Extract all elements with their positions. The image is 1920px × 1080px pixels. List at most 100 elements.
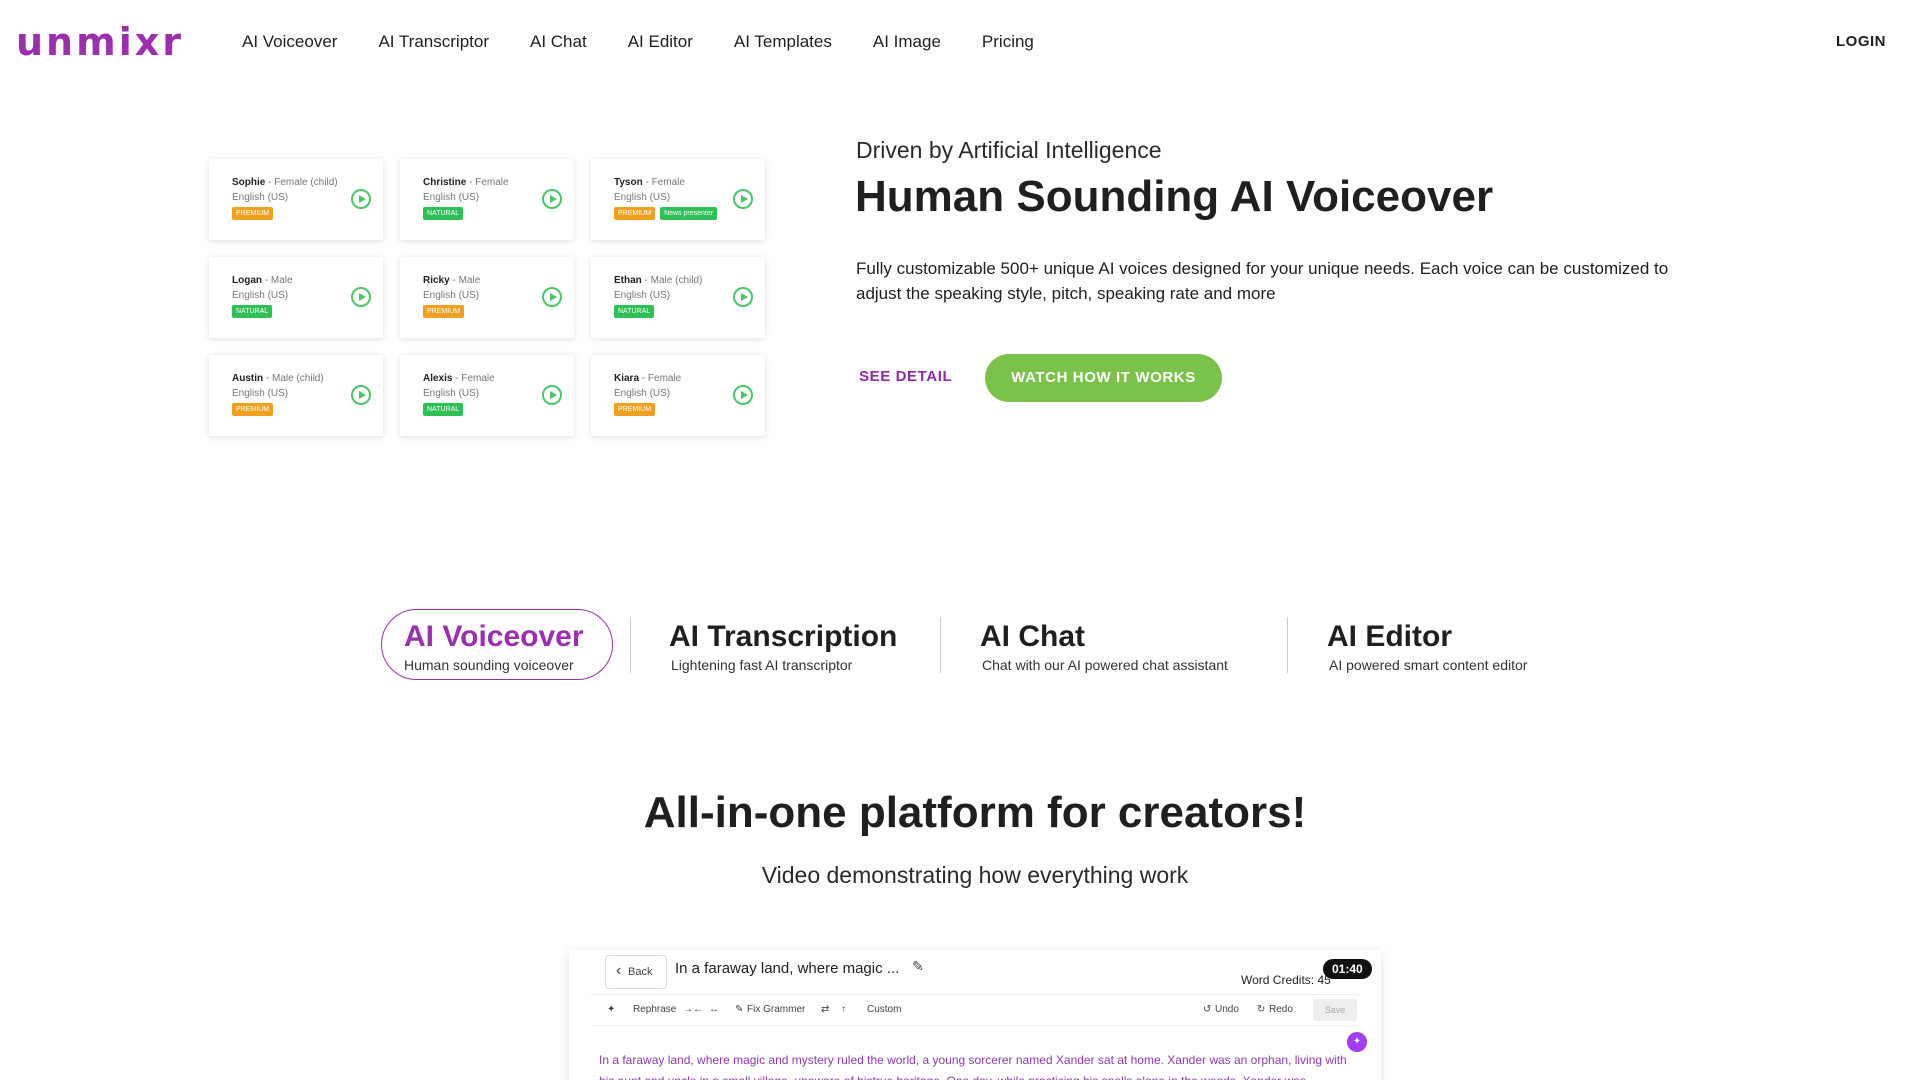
voice-tag: NATURAL (232, 305, 273, 318)
voice-gender: - Male (child) (263, 373, 324, 384)
voice-tag: PREMIUM (232, 403, 274, 416)
nav-pricing[interactable]: Pricing (982, 30, 1034, 54)
voice-card-grid: Sophie - Female (child) English (US) PRE… (209, 159, 769, 436)
word-credits: Word Credits: 45 (1241, 973, 1331, 987)
expand-icon[interactable]: ↔ (709, 1004, 719, 1015)
nav-ai-transcriptor[interactable]: AI Transcriptor (378, 30, 489, 54)
tab-divider (940, 617, 941, 673)
tab-ai-transcription[interactable]: AI Transcription Lightening fast AI tran… (669, 609, 897, 680)
voice-gender: - Male (child) (641, 275, 703, 286)
editor-toolbar: ✦ Rephrase →← ↔ ✎ Fix Grammer ⇄ ↑ Custom… (591, 994, 1359, 1026)
play-icon[interactable] (542, 189, 562, 209)
video-timer: 01:40 (1323, 959, 1372, 979)
voice-gender: - Female (639, 373, 682, 384)
editor-preview: Back In a faraway land, where magic ... … (569, 950, 1381, 1080)
voice-tag: NATURAL (614, 305, 655, 318)
play-icon[interactable] (733, 287, 753, 307)
editor-content[interactable]: In a faraway land, where magic and myste… (599, 1050, 1349, 1080)
nav-ai-chat[interactable]: AI Chat (530, 30, 587, 54)
tab-description: AI powered smart content editor (1329, 657, 1528, 673)
arrow-up-icon[interactable]: ↑ (841, 1004, 846, 1015)
voice-gender: - Female (642, 177, 685, 188)
pen-icon[interactable]: ✎ (735, 1004, 743, 1015)
tab-ai-voiceover[interactable]: AI Voiceover Human sounding voiceover (381, 609, 613, 680)
voice-tag: PREMIUM (614, 403, 656, 416)
tab-ai-editor[interactable]: AI Editor AI powered smart content edito… (1327, 609, 1527, 680)
voice-name: Logan (232, 275, 262, 286)
tab-ai-chat[interactable]: AI Chat Chat with our AI powered chat as… (980, 609, 1228, 680)
nav-ai-voiceover[interactable]: AI Voiceover (242, 30, 337, 54)
back-button[interactable]: Back (605, 955, 667, 989)
voice-gender: - Male (262, 275, 293, 286)
voice-name: Ricky (423, 275, 450, 286)
tab-title: AI Voiceover (404, 620, 584, 653)
play-icon[interactable] (542, 385, 562, 405)
voice-tag: NATURAL (423, 207, 464, 220)
voice-card[interactable]: Ethan - Male (child) English (US) NATURA… (591, 257, 765, 338)
custom-button[interactable]: Custom (867, 1004, 901, 1015)
document-title[interactable]: In a faraway land, where magic ... (675, 960, 899, 977)
tab-description: Lightening fast AI transcriptor (671, 657, 853, 673)
voice-tag: PREMIUM (232, 207, 274, 220)
voice-gender: - Female (452, 373, 495, 384)
voice-name: Austin (232, 373, 264, 384)
voice-name: Alexis (423, 373, 453, 384)
magic-assistant-icon[interactable]: ✦ (1347, 1032, 1367, 1052)
tab-title: AI Chat (980, 620, 1085, 653)
voice-gender: - Female (466, 177, 509, 188)
voice-card[interactable]: Christine - Female English (US) NATURAL (400, 159, 574, 240)
voice-name: Tyson (614, 177, 643, 188)
voice-gender: - Male (449, 275, 481, 286)
tab-title: AI Editor (1327, 620, 1452, 653)
voice-card[interactable]: Tyson - Female English (US) PREMIUM News … (591, 159, 765, 240)
voice-card[interactable]: Austin - Male (child) English (US) PREMI… (209, 355, 383, 436)
voice-tag: NATURAL (423, 403, 464, 416)
undo-icon[interactable]: ↺ (1203, 1004, 1211, 1015)
redo-button[interactable]: Redo (1269, 1004, 1293, 1015)
main-nav: AI Voiceover AI Transcriptor AI Chat AI … (242, 30, 1075, 54)
voice-card[interactable]: Alexis - Female English (US) NATURAL (400, 355, 574, 436)
watch-how-it-works-button[interactable]: WATCH HOW IT WORKS (985, 354, 1222, 402)
nav-ai-templates[interactable]: AI Templates (734, 30, 832, 54)
play-icon[interactable] (351, 189, 371, 209)
pencil-icon[interactable]: ✎ (912, 958, 924, 975)
redo-icon[interactable]: ↻ (1257, 1004, 1265, 1015)
brand-logo[interactable]: unmixr (16, 22, 184, 62)
voice-gender: - Female (child) (265, 177, 338, 188)
play-icon[interactable] (351, 287, 371, 307)
save-button[interactable]: Save (1313, 999, 1357, 1021)
site-header: unmixr AI Voiceover AI Transcriptor AI C… (0, 0, 1920, 86)
see-detail-link[interactable]: SEE DETAIL (859, 368, 952, 385)
voice-card[interactable]: Kiara - Female English (US) PREMIUM (591, 355, 765, 436)
hero-description: Fully customizable 500+ unique AI voices… (856, 259, 1669, 303)
voice-tag: PREMIUM (423, 305, 465, 318)
voice-card[interactable]: Sophie - Female (child) English (US) PRE… (209, 159, 383, 240)
fix-grammar-button[interactable]: Fix Grammer (747, 1004, 805, 1015)
tab-divider (1287, 617, 1288, 673)
voice-tag: News presenter (660, 207, 718, 220)
voice-tag: PREMIUM (614, 207, 656, 220)
tab-description: Human sounding voiceover (404, 657, 574, 673)
play-icon[interactable] (733, 385, 753, 405)
login-link[interactable]: LOGIN (1836, 33, 1886, 50)
rephrase-button[interactable]: Rephrase (633, 1004, 676, 1015)
platform-title: All-in-one platform for creators! (643, 788, 1307, 837)
play-icon[interactable] (542, 287, 562, 307)
voice-card[interactable]: Logan - Male English (US) NATURAL (209, 257, 383, 338)
sparkle-icon[interactable]: ✦ (607, 1004, 615, 1015)
undo-button[interactable]: Undo (1215, 1004, 1239, 1015)
voice-name: Sophie (232, 177, 266, 188)
repeat-icon[interactable]: ⇄ (821, 1004, 829, 1015)
voice-card[interactable]: Ricky - Male English (US) PREMIUM (400, 257, 574, 338)
tab-title: AI Transcription (669, 620, 898, 653)
play-icon[interactable] (733, 189, 753, 209)
shorten-icon[interactable]: →← (683, 1004, 703, 1015)
tab-divider (630, 617, 631, 673)
nav-ai-editor[interactable]: AI Editor (628, 30, 693, 54)
voice-name: Kiara (614, 373, 640, 384)
play-icon[interactable] (351, 385, 371, 405)
platform-subtitle: Video demonstrating how everything work (761, 862, 1189, 888)
hero-subtitle: Driven by Artificial Intelligence (856, 137, 1162, 163)
voice-name: Ethan (614, 275, 642, 286)
nav-ai-image[interactable]: AI Image (873, 30, 941, 54)
